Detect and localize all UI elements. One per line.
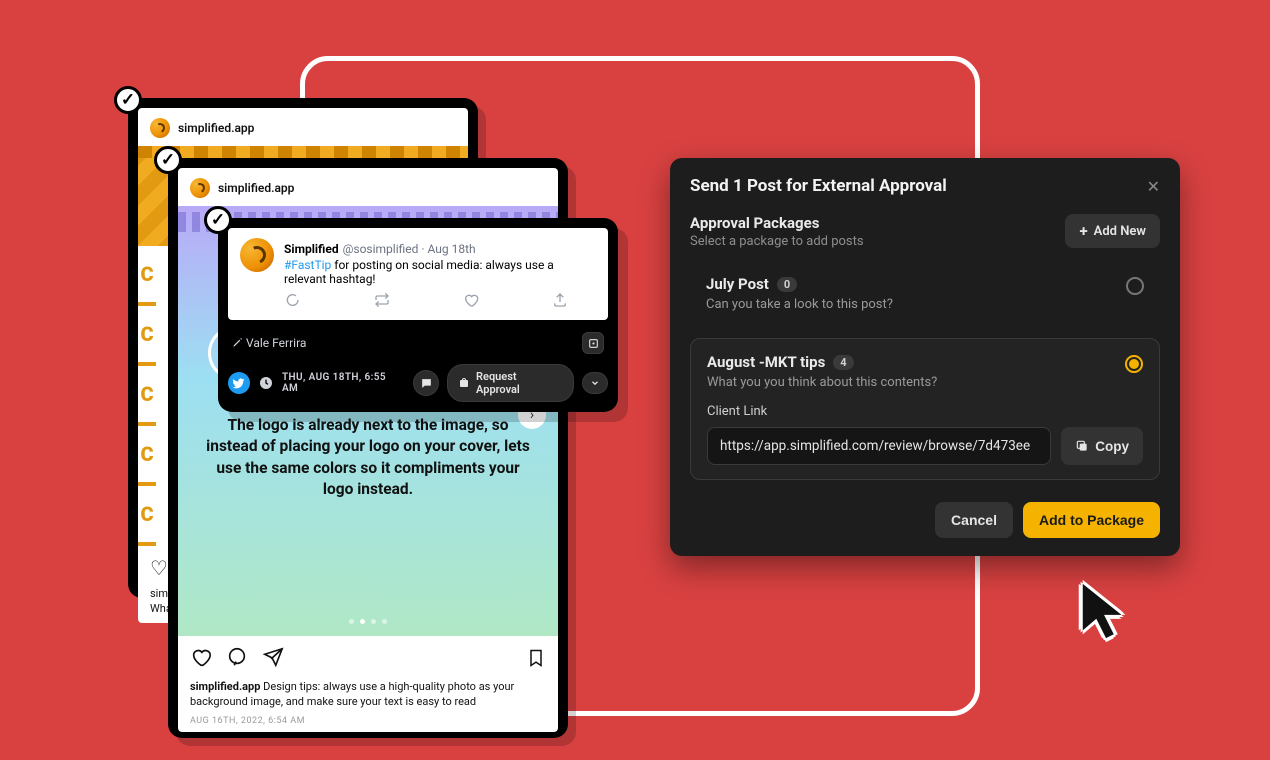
tweet-schedule: THU, AUG 18TH, 6:55 AM: [282, 372, 405, 394]
client-link-label: Client Link: [707, 404, 1143, 419]
package-count-badge: 4: [833, 355, 853, 370]
package-name: August -MKT tips: [707, 353, 825, 371]
radio-unchecked-icon[interactable]: [1126, 277, 1144, 295]
reply-icon[interactable]: [284, 292, 300, 312]
chevron-down-icon[interactable]: [582, 372, 608, 394]
add-new-button[interactable]: + Add New: [1065, 214, 1160, 248]
check-icon: ✓: [154, 146, 182, 174]
cancel-button[interactable]: Cancel: [935, 502, 1013, 538]
post-handle: simplified.app: [218, 181, 294, 195]
caption-date: AUG 16TH, 2022, 6:54 AM: [190, 716, 546, 726]
section-subtitle: Select a package to add posts: [690, 234, 864, 249]
package-item-july[interactable]: July Post 0 Can you take a look to this …: [690, 261, 1160, 326]
approval-modal: Send 1 Post for External Approval ✕ Appr…: [670, 158, 1180, 556]
package-desc: What you you think about this contents?: [707, 375, 1143, 390]
retweet-icon[interactable]: [373, 292, 391, 312]
tweet-handle: @sosimplified: [343, 242, 419, 256]
carousel-pager: [178, 619, 558, 624]
bookmark-icon[interactable]: [526, 647, 546, 672]
comment-icon[interactable]: [413, 370, 439, 396]
modal-title: Send 1 Post for External Approval: [690, 176, 947, 196]
heart-icon[interactable]: [190, 646, 212, 673]
tweet-card[interactable]: Simplified @sosimplified · Aug 18th #Fas…: [218, 218, 618, 412]
request-approval-button[interactable]: Request Approval: [447, 364, 574, 402]
package-item-august[interactable]: August -MKT tips 4 What you you think ab…: [690, 338, 1160, 480]
copy-icon: [1075, 439, 1089, 453]
copy-button[interactable]: Copy: [1061, 427, 1143, 465]
package-count-badge: 0: [777, 277, 797, 292]
tweet-author: Vale Ferrira: [246, 336, 306, 350]
radio-checked-icon[interactable]: [1125, 355, 1143, 373]
client-link-input[interactable]: [707, 427, 1051, 465]
package-name: July Post: [706, 275, 769, 293]
caption-handle: simplified.app: [190, 680, 260, 693]
stage: simplified.app CCCCC ♡ simplWha ✓ simpli…: [0, 0, 1270, 760]
close-icon[interactable]: ✕: [1147, 177, 1160, 196]
post-handle: simplified.app: [178, 121, 254, 135]
check-icon: ✓: [114, 86, 142, 114]
clock-icon: [258, 375, 274, 391]
tweet-date: Aug 18th: [428, 242, 476, 256]
cursor-icon: [1075, 580, 1137, 646]
expand-icon[interactable]: [582, 332, 604, 354]
tweet-name: Simplified: [284, 242, 339, 256]
upload-icon[interactable]: [552, 292, 568, 312]
section-title: Approval Packages: [690, 214, 864, 232]
tweet-hashtag[interactable]: #FastTip: [284, 258, 331, 272]
twitter-icon: [228, 372, 250, 394]
simplified-logo-icon: [190, 178, 210, 198]
package-desc: Can you take a look to this post?: [706, 297, 1144, 312]
add-to-package-button[interactable]: Add to Package: [1023, 502, 1160, 538]
covers-body: The logo is already next to the image, s…: [178, 415, 558, 501]
heart-icon[interactable]: ♡: [150, 556, 168, 580]
simplified-logo-icon: [150, 118, 170, 138]
share-icon[interactable]: [262, 646, 284, 673]
like-icon[interactable]: [463, 292, 479, 312]
check-icon: ✓: [204, 206, 232, 234]
comment-icon[interactable]: [226, 646, 248, 673]
plus-icon: +: [1079, 222, 1087, 240]
simplified-avatar-icon: [240, 238, 274, 272]
